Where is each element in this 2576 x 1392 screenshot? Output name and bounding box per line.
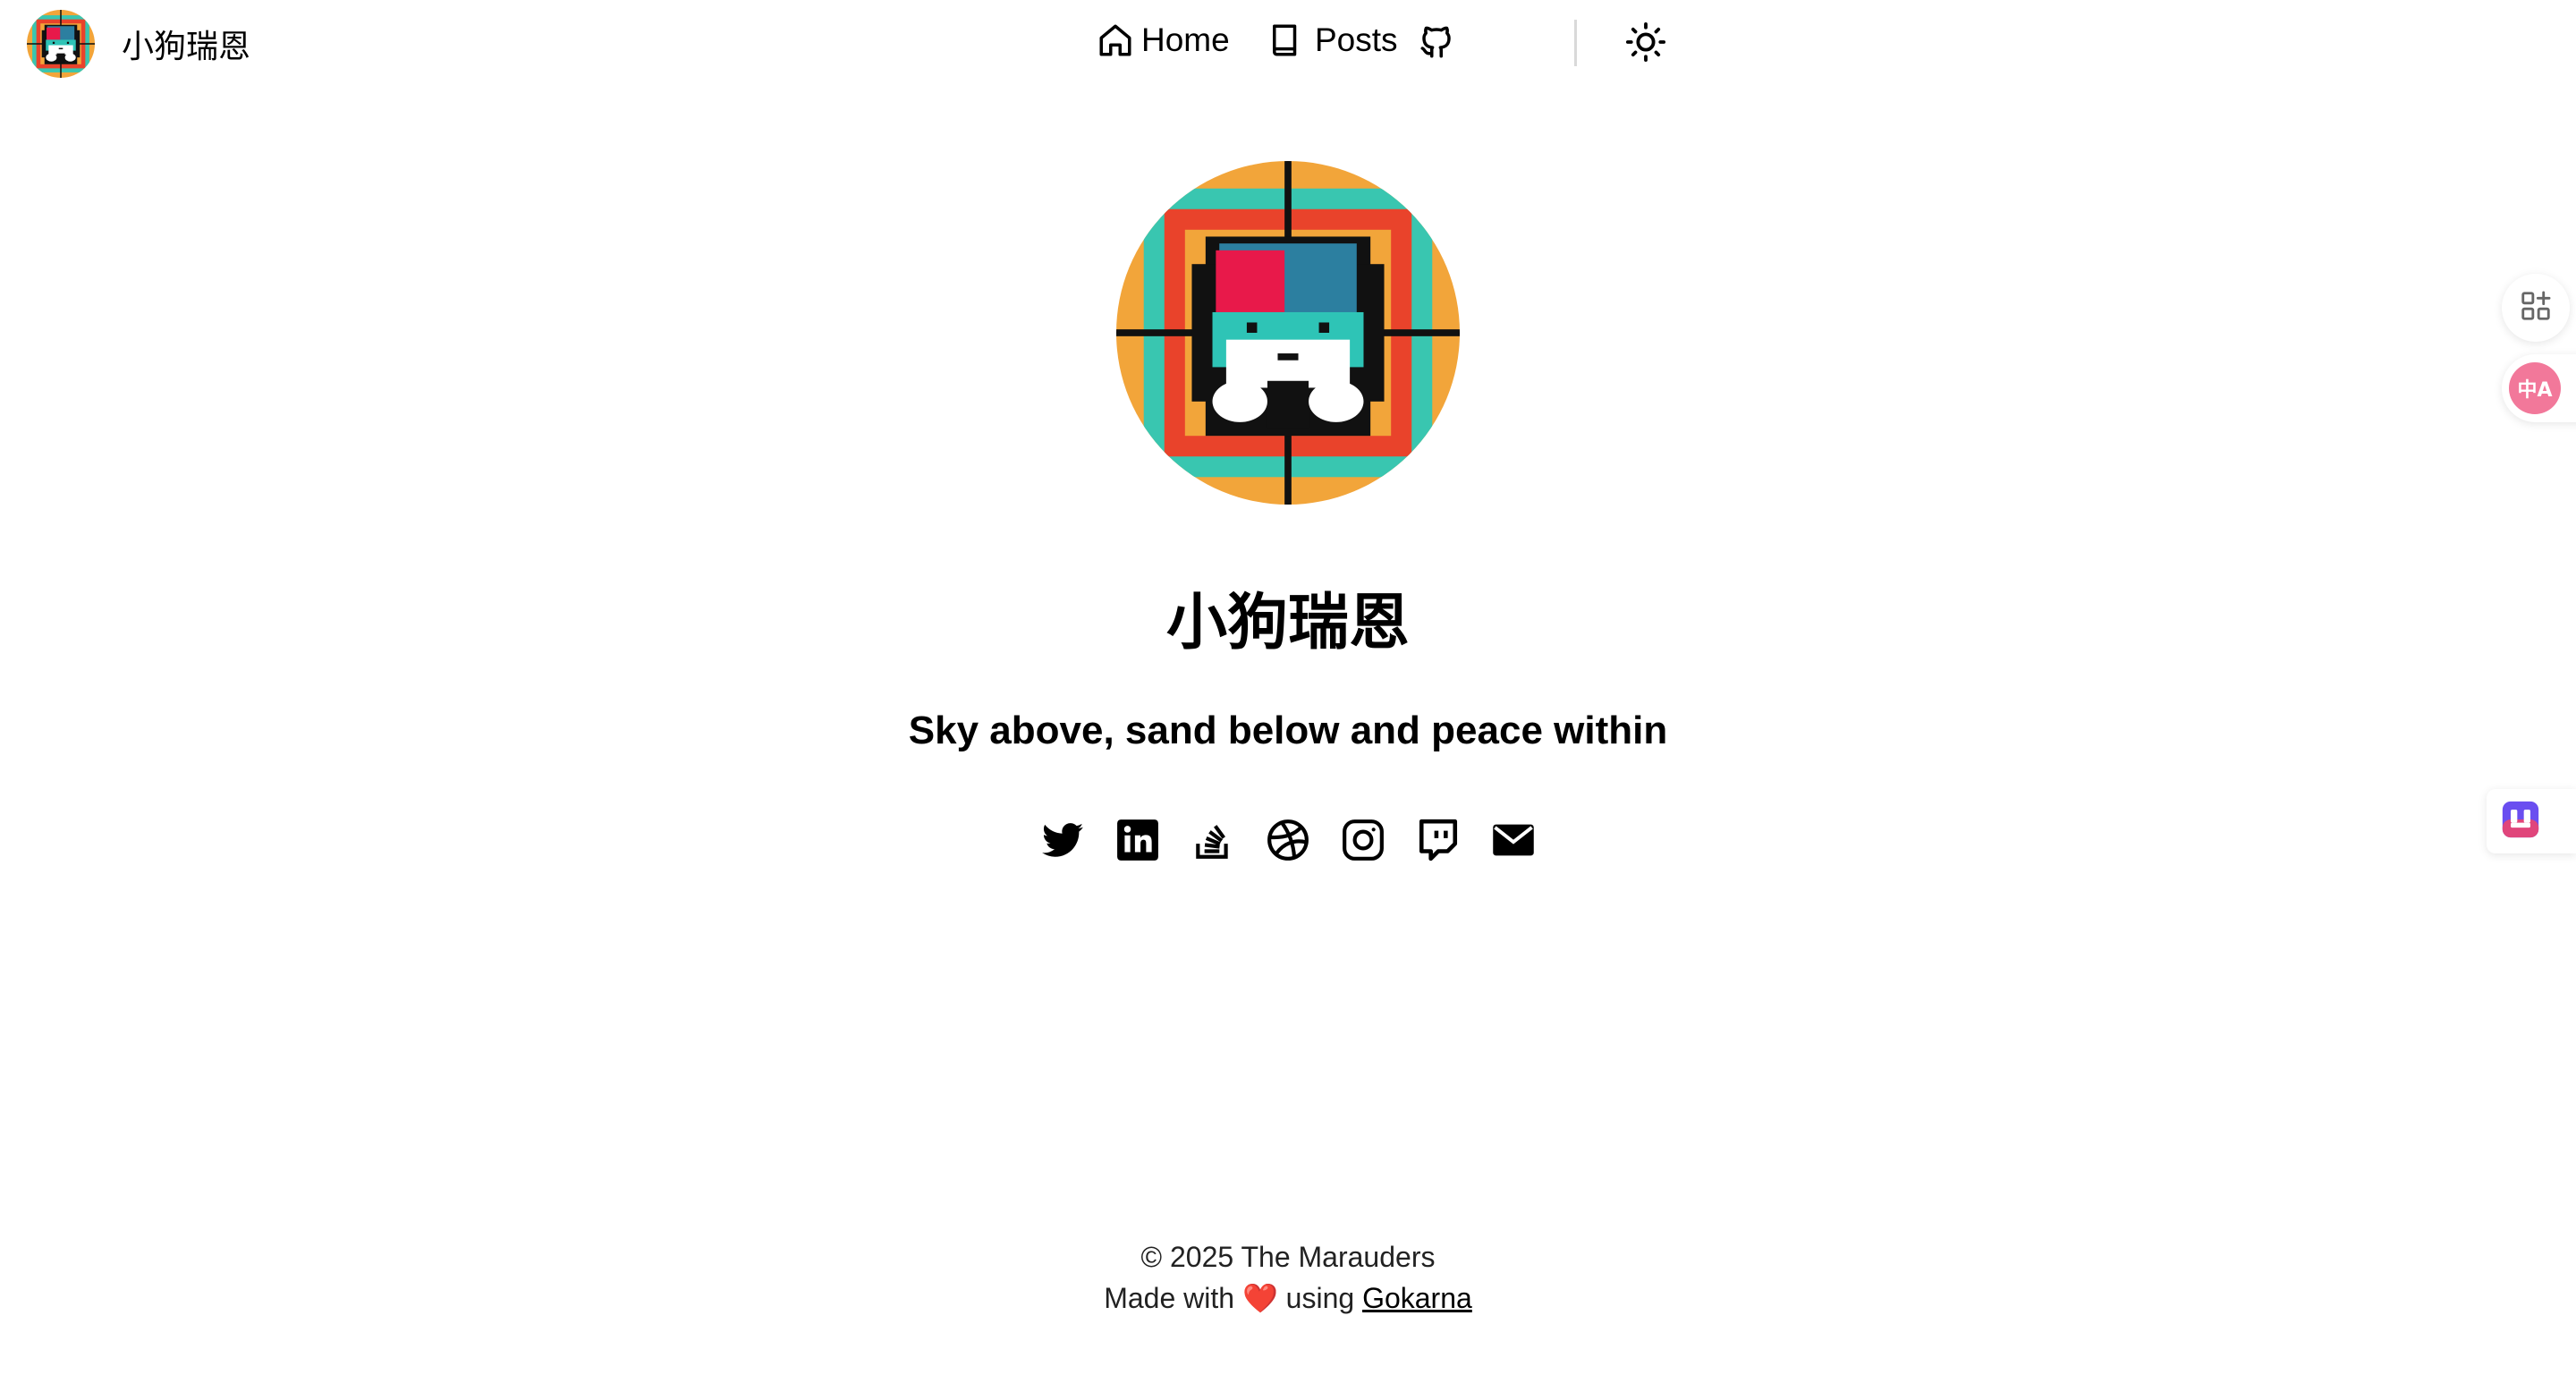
nav-posts-link[interactable]: Posts — [1267, 21, 1398, 59]
made-with-text: Made with — [1104, 1282, 1235, 1314]
site-title: 小狗瑞恩 — [122, 29, 251, 65]
dribbble-icon — [1266, 818, 1310, 867]
instagram-icon — [1341, 818, 1385, 867]
social-links — [0, 817, 2576, 870]
nav-posts-label: Posts — [1315, 21, 1398, 58]
brand-link[interactable]: 小狗瑞恩 — [27, 9, 250, 79]
twitter-link[interactable] — [1038, 817, 1088, 867]
linkedin-icon — [1115, 818, 1160, 867]
book-icon — [1267, 21, 1304, 59]
sun-icon — [1625, 21, 1666, 63]
site-logo-avatar — [27, 10, 95, 78]
dribbble-link[interactable] — [1263, 817, 1313, 867]
home-icon — [1097, 21, 1134, 59]
using-text: using — [1285, 1282, 1355, 1314]
site-header: 小狗瑞恩 Home Posts — [0, 0, 2576, 88]
linkedin-link[interactable] — [1113, 817, 1163, 867]
toolbox-widget-button[interactable] — [2487, 789, 2576, 853]
stackoverflow-icon — [1191, 818, 1235, 867]
twitter-icon — [1040, 818, 1085, 867]
nav-home-link[interactable]: Home — [1097, 21, 1230, 59]
theme-toggle-button[interactable] — [1625, 21, 1666, 63]
profile-avatar — [1116, 161, 1460, 505]
copyright-text: © 2025 The Marauders — [1140, 1241, 1436, 1273]
profile-name: 小狗瑞恩 — [1165, 588, 1410, 658]
translate-icon: 中A — [2509, 362, 2561, 414]
mail-icon — [1490, 817, 1537, 868]
nav-github-link[interactable] — [1418, 23, 1455, 61]
github-icon — [1418, 23, 1455, 61]
translate-widget-button[interactable]: 中A — [2502, 354, 2576, 422]
twitch-link[interactable] — [1413, 817, 1463, 867]
nav-divider — [1574, 20, 1577, 66]
twitch-icon — [1416, 818, 1461, 867]
profile-tagline: Sky above, sand below and peace within — [908, 709, 1668, 752]
toolbox-icon — [2501, 800, 2540, 844]
gokarna-link[interactable]: Gokarna — [1362, 1282, 1472, 1314]
made-with-line: Made with ❤️ using Gokarna — [0, 1277, 2576, 1319]
stackoverflow-link[interactable] — [1188, 817, 1238, 867]
apps-sparkle-icon — [2519, 289, 2553, 327]
heart-icon: ❤️ — [1241, 1282, 1278, 1314]
email-link[interactable] — [1488, 817, 1538, 867]
apps-widget-button[interactable] — [2502, 274, 2570, 342]
instagram-link[interactable] — [1338, 817, 1388, 867]
nav-home-label: Home — [1141, 21, 1230, 58]
site-footer: © 2025 The Marauders Made with ❤️ using … — [0, 1236, 2576, 1319]
